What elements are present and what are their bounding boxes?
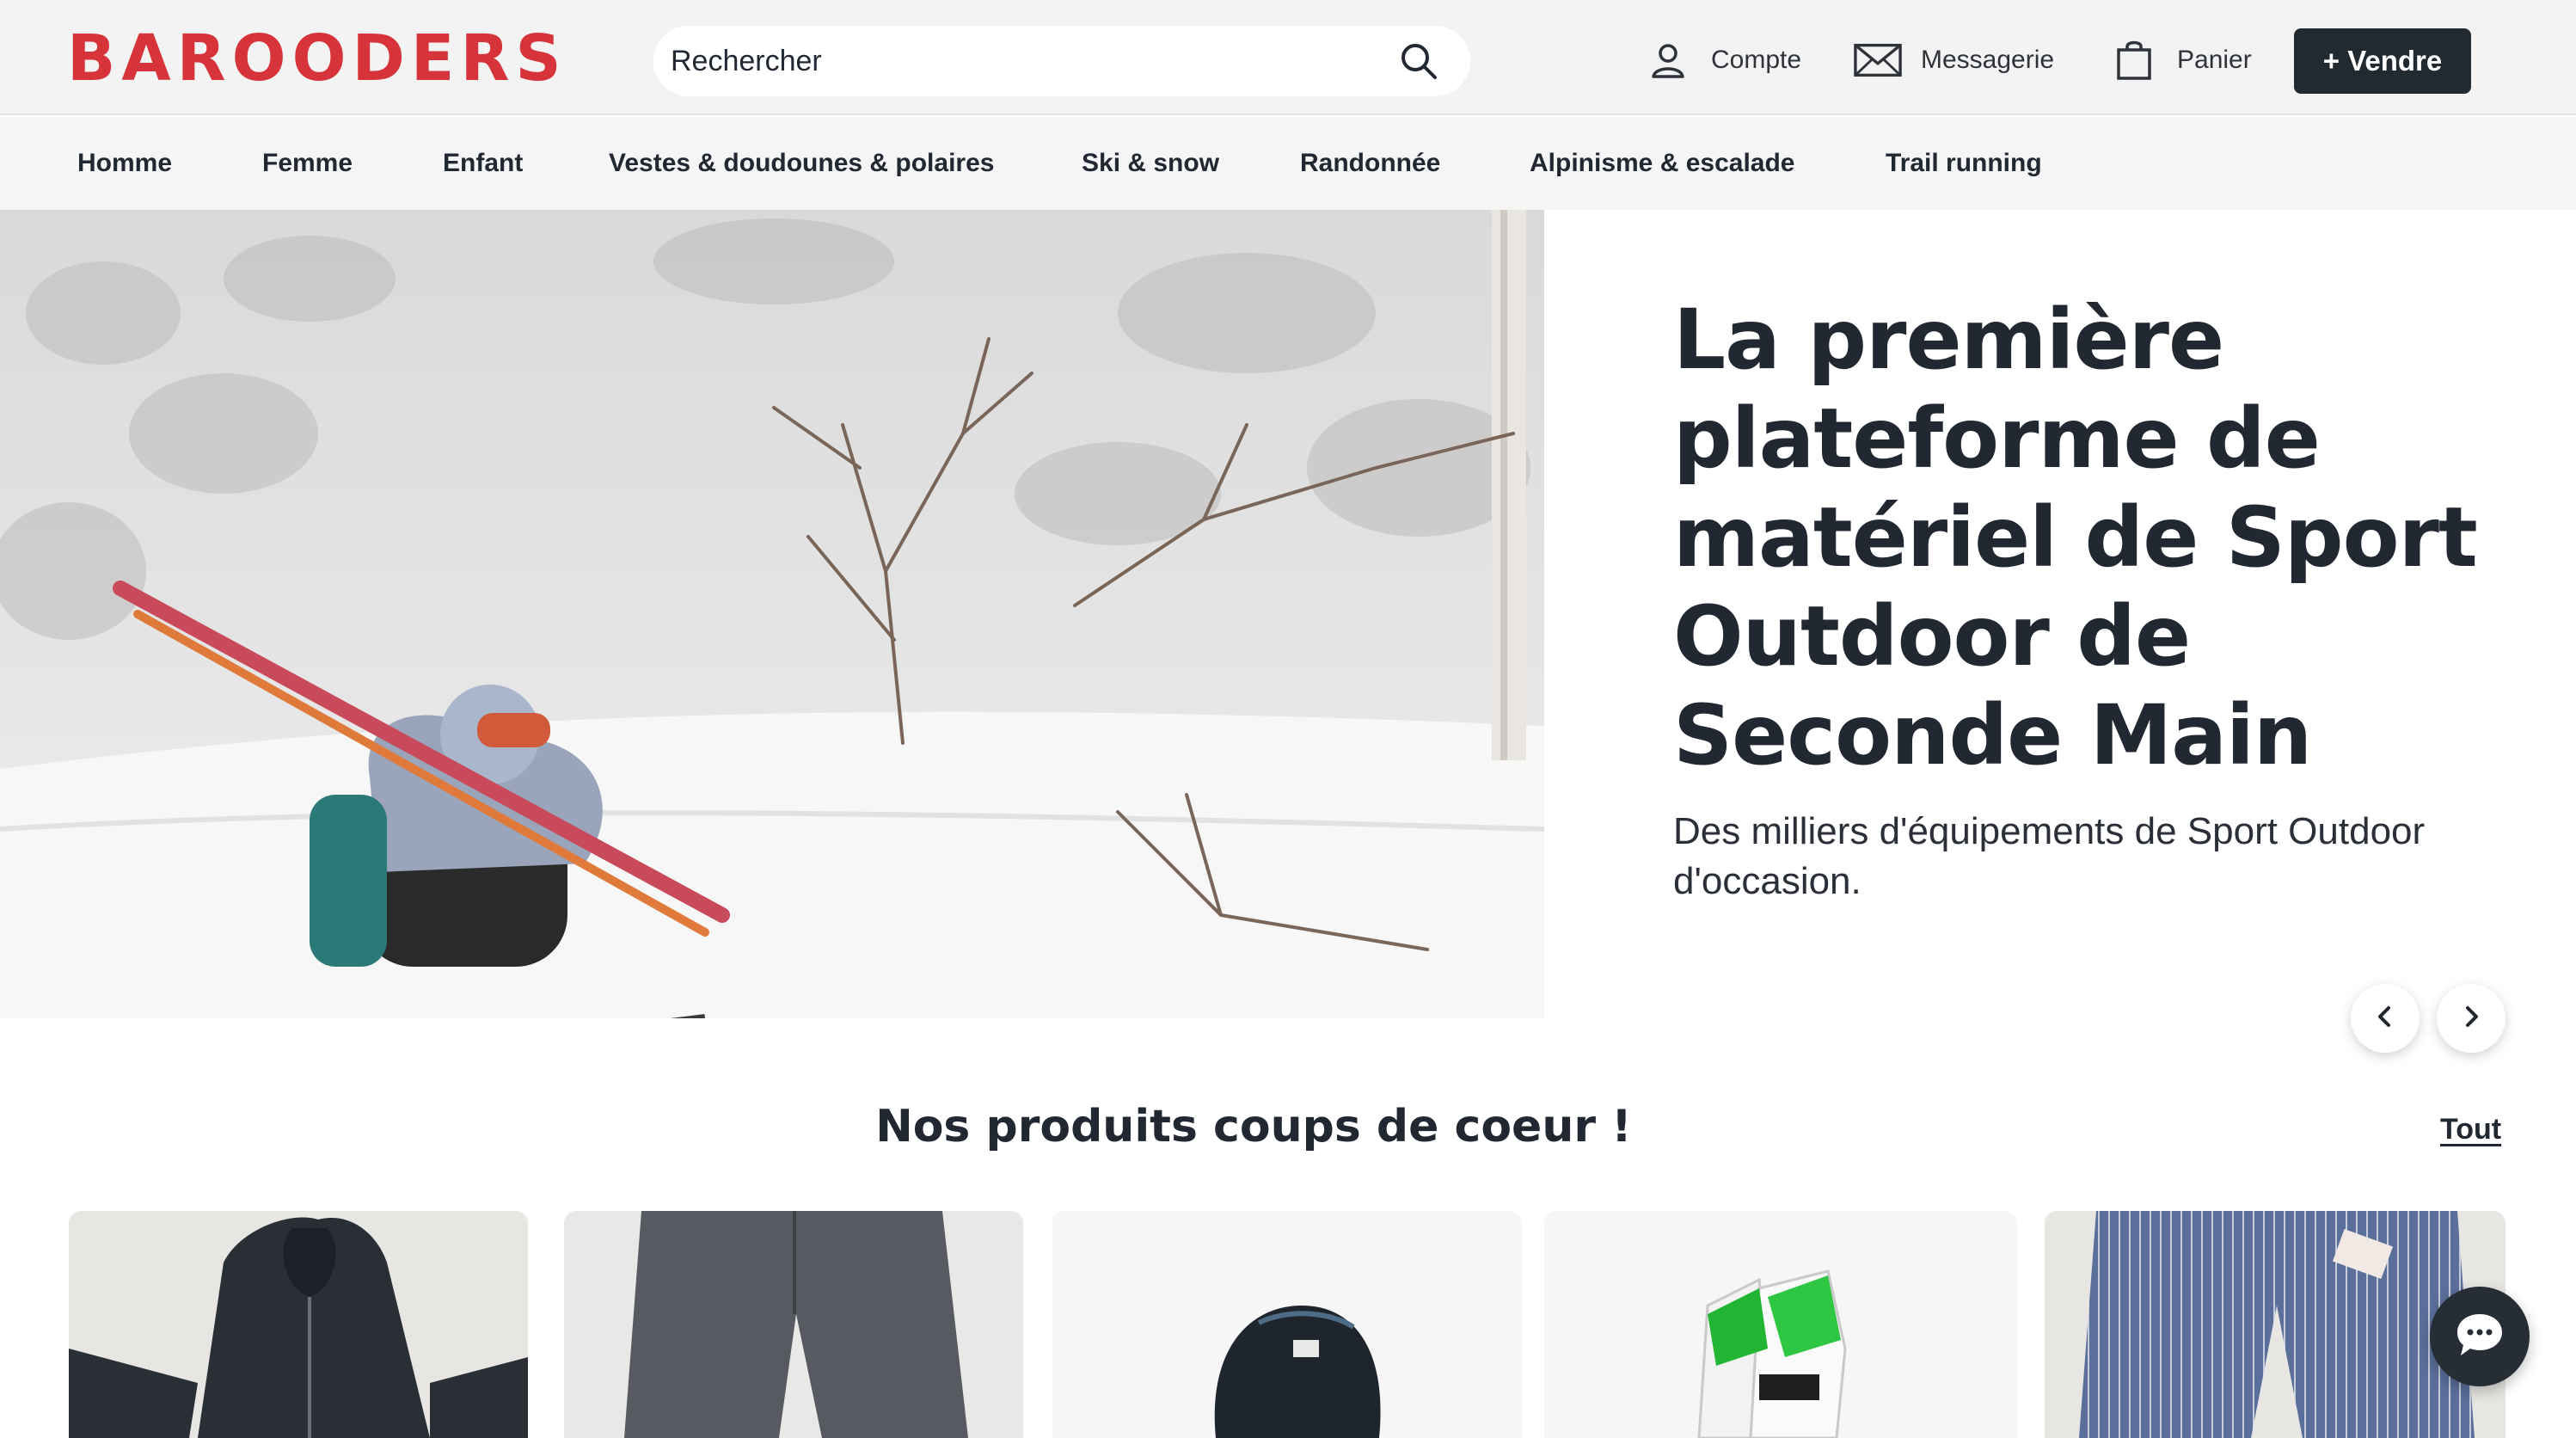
brand-logo[interactable]: BAROODERS bbox=[67, 26, 567, 91]
product-card[interactable] bbox=[69, 1211, 528, 1438]
carousel-next-button[interactable] bbox=[2437, 984, 2505, 1053]
sell-button[interactable]: + Vendre bbox=[2294, 28, 2471, 94]
nav-item-vestes[interactable]: Vestes & doudounes & polaires bbox=[609, 143, 994, 184]
section-title: Nos produits coups de coeur ! bbox=[875, 1101, 1632, 1152]
nav-item-randonnee[interactable]: Randonnée bbox=[1300, 143, 1440, 184]
hero-image bbox=[0, 210, 1544, 1018]
hero-title: La première plateforme de matériel de Sp… bbox=[1673, 292, 2478, 784]
carousel-prev-button[interactable] bbox=[2351, 984, 2420, 1053]
nav-item-enfant[interactable]: Enfant bbox=[443, 143, 523, 184]
nav-item-femme[interactable]: Femme bbox=[262, 143, 353, 184]
chevron-left-icon bbox=[2375, 1005, 2395, 1033]
shopping-bag-icon bbox=[2110, 36, 2158, 84]
nav-item-alpinisme[interactable]: Alpinisme & escalade bbox=[1530, 143, 1794, 184]
hero-subtitle: Des milliers d'équipements de Sport Outd… bbox=[1673, 810, 2426, 902]
search-input[interactable] bbox=[671, 44, 1398, 78]
product-image bbox=[69, 1211, 528, 1438]
product-card[interactable] bbox=[1544, 1211, 2017, 1438]
product-image bbox=[1544, 1211, 2017, 1438]
category-nav: Homme Femme Enfant Vestes & doudounes & … bbox=[0, 117, 2576, 210]
mail-icon bbox=[1854, 36, 1902, 84]
product-image bbox=[1052, 1211, 1522, 1438]
chevron-right-icon bbox=[2461, 1005, 2481, 1033]
account-link[interactable]: Compte bbox=[1644, 26, 1801, 95]
chat-icon bbox=[2454, 1311, 2505, 1363]
product-image bbox=[564, 1211, 1023, 1438]
product-card[interactable] bbox=[1052, 1211, 1522, 1438]
logo-text: BAROODERS bbox=[67, 22, 567, 95]
search-icon[interactable] bbox=[1398, 40, 1439, 82]
user-icon bbox=[1644, 36, 1692, 84]
site-header: BAROODERS Compte Messagerie Panier + Ven… bbox=[0, 0, 2576, 115]
cart-label: Panier bbox=[2177, 46, 2252, 74]
see-all-link[interactable]: Tout bbox=[2440, 1113, 2501, 1146]
messages-label: Messagerie bbox=[1921, 46, 2055, 74]
nav-item-homme[interactable]: Homme bbox=[77, 143, 172, 184]
nav-item-ski-snow[interactable]: Ski & snow bbox=[1082, 143, 1219, 184]
search-bar bbox=[653, 26, 1470, 96]
cart-link[interactable]: Panier bbox=[2110, 26, 2252, 95]
messages-link[interactable]: Messagerie bbox=[1854, 26, 2054, 95]
product-card[interactable] bbox=[564, 1211, 1023, 1438]
account-label: Compte bbox=[1711, 46, 1802, 74]
chat-button[interactable] bbox=[2430, 1287, 2530, 1386]
nav-item-trail-running[interactable]: Trail running bbox=[1886, 143, 2042, 184]
